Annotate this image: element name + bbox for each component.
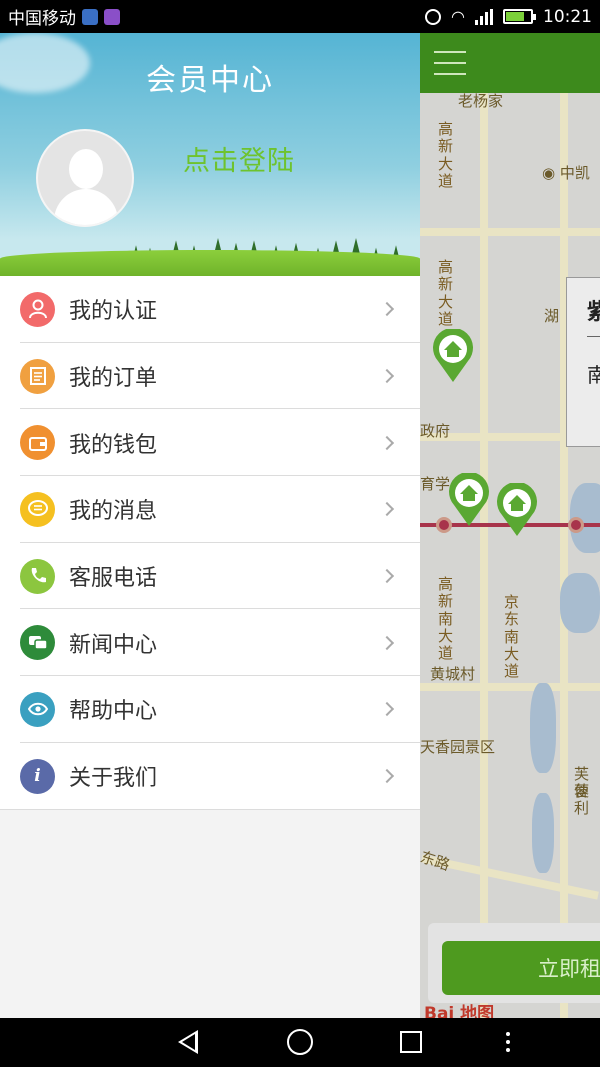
map-label: 老杨家 xyxy=(458,92,504,110)
menu-item-label: 新闻中心 xyxy=(69,632,158,658)
map-label: 天香园景区 xyxy=(420,738,496,756)
signal-icon xyxy=(475,8,493,25)
grass-decoration xyxy=(0,250,420,276)
help-eye-icon xyxy=(20,691,55,727)
clock: 10:21 xyxy=(543,6,592,27)
wallet-icon xyxy=(20,425,55,461)
map-label: 东路 xyxy=(420,847,453,875)
menu-item-label: 我的消息 xyxy=(69,499,158,525)
menu-item-news[interactable]: 新闻中心 xyxy=(0,609,420,677)
info-icon: i xyxy=(20,758,55,794)
more-icon[interactable] xyxy=(506,1032,510,1052)
map-label: ◉ 中凯 xyxy=(542,165,590,182)
rent-now-button[interactable]: 立即租 xyxy=(442,941,600,995)
metro-station-icon xyxy=(568,517,584,533)
drawer-title: 会员中心 xyxy=(146,63,274,98)
baidu-map-logo: Bai 地图 xyxy=(424,1004,495,1018)
map-label: 黄城村 xyxy=(430,665,476,683)
alarm-icon xyxy=(425,8,442,25)
map-view[interactable]: 老杨家 高新大道 ◉ 中凯 高新大道 湖 政府 育学 高新南大道 京东南大道 黄… xyxy=(420,33,600,1018)
gallery-app-icon xyxy=(104,8,120,25)
chevron-right-icon xyxy=(379,635,395,650)
status-bar: 中国移动 ◠ 10:21 xyxy=(0,0,600,33)
menu-item-label: 客服电话 xyxy=(69,566,158,592)
avatar[interactable] xyxy=(36,129,134,227)
menu-item-label: 我的订单 xyxy=(69,366,158,392)
phone-icon xyxy=(20,558,55,594)
chevron-right-icon xyxy=(379,502,395,517)
menu-item-messages[interactable]: 我的消息 xyxy=(0,476,420,543)
map-label: 便利 xyxy=(574,782,590,817)
wifi-icon: ◠ xyxy=(451,7,465,26)
chevron-right-icon xyxy=(379,302,395,317)
menu-item-label: 帮助中心 xyxy=(69,699,158,725)
member-menu: 我的认证 我的订单 我的钱包 我的消息 客服电话 新闻中心 帮助中心 i 关于我… xyxy=(0,276,420,810)
menu-item-orders[interactable]: 我的订单 xyxy=(0,343,420,410)
health-app-icon xyxy=(82,8,98,25)
chevron-right-icon xyxy=(379,702,395,717)
map-label: 高新大道 xyxy=(438,120,454,190)
battery-icon xyxy=(503,9,536,24)
login-link[interactable]: 点击登陆 xyxy=(183,139,295,178)
menu-item-service-phone[interactable]: 客服电话 xyxy=(0,543,420,610)
recent-apps-icon[interactable] xyxy=(400,1031,422,1053)
menu-item-certification[interactable]: 我的认证 xyxy=(0,276,420,343)
home-icon[interactable] xyxy=(287,1029,313,1055)
station-pin-icon[interactable] xyxy=(448,473,490,527)
news-icon xyxy=(20,625,55,661)
chevron-right-icon xyxy=(379,435,395,450)
map-label: 育学 xyxy=(420,475,451,493)
map-label: 高新南大道 xyxy=(438,575,454,662)
menu-item-label: 关于我们 xyxy=(69,766,158,792)
drawer-header: 会员中心 点击登陆 xyxy=(0,33,420,276)
map-label: 湖 xyxy=(544,307,560,325)
chevron-right-icon xyxy=(379,368,395,384)
map-header xyxy=(420,33,600,93)
menu-item-label: 我的钱包 xyxy=(69,432,158,458)
popup-subtitle: 南 xyxy=(587,363,600,387)
system-nav-bar xyxy=(0,1018,600,1067)
map-label: 政府 xyxy=(420,422,451,440)
menu-item-label: 我的认证 xyxy=(69,299,158,325)
popup-title: 紫 xyxy=(587,300,600,325)
member-drawer: 会员中心 点击登陆 我的认证 我的订单 我的钱包 我的消息 客服电话 新闻中心 … xyxy=(0,33,420,1018)
station-info-popup[interactable]: 紫 南 xyxy=(566,277,600,447)
chevron-right-icon xyxy=(379,769,395,784)
station-pin-icon[interactable] xyxy=(432,329,474,383)
message-icon xyxy=(20,491,55,527)
map-label: 高新大道 xyxy=(438,258,454,328)
map-label-text: 中凯 xyxy=(559,164,590,182)
chevron-right-icon xyxy=(379,569,395,584)
map-label: 京东南大道 xyxy=(504,593,520,680)
menu-item-wallet[interactable]: 我的钱包 xyxy=(0,409,420,477)
user-icon xyxy=(20,291,55,327)
menu-item-about[interactable]: i 关于我们 xyxy=(0,743,420,810)
poi-icon: ◉ xyxy=(542,164,560,182)
menu-item-help[interactable]: 帮助中心 xyxy=(0,676,420,743)
order-list-icon xyxy=(20,358,55,394)
menu-icon[interactable] xyxy=(434,51,466,75)
carrier-name: 中国移动 xyxy=(8,9,76,29)
station-pin-icon[interactable] xyxy=(496,483,538,537)
